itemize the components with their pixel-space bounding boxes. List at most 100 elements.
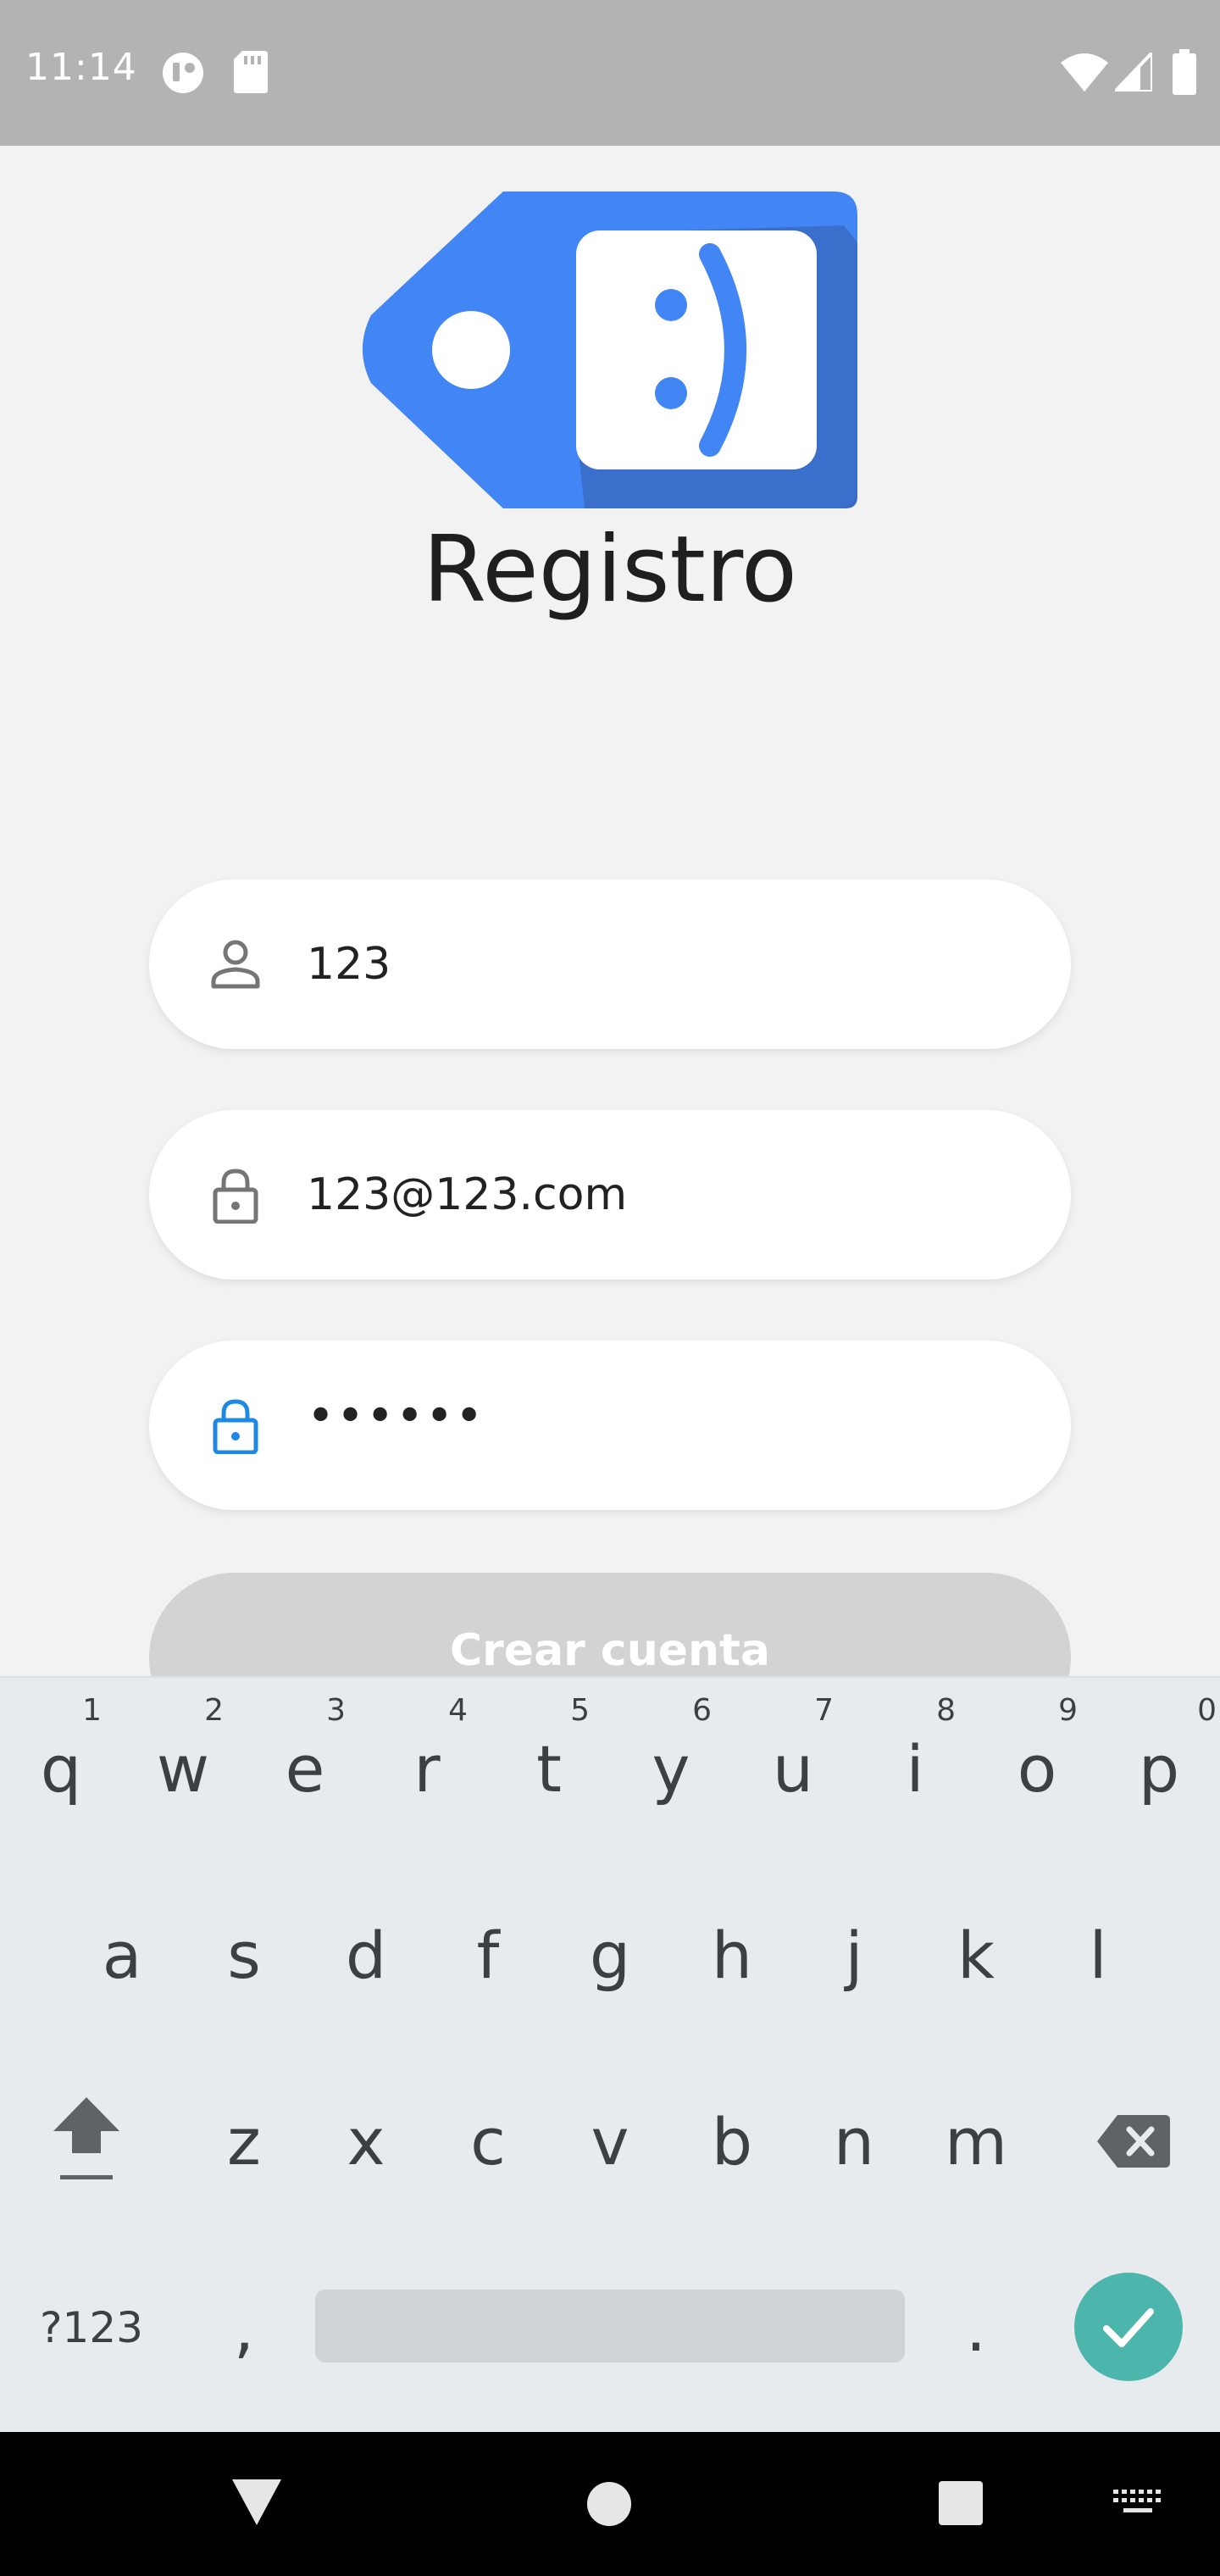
email-field[interactable]: 123@123.com [149,1110,1071,1280]
key-v[interactable]: v [549,2051,671,2232]
key-x[interactable]: x [305,2051,427,2232]
key-hint: 6 [692,1693,712,1728]
key-label: a [102,1917,142,1993]
password-field[interactable]: •••••• [149,1341,1071,1510]
key-label: g [589,1917,631,1993]
status-bar: 11:14 [0,0,1220,146]
shift-icon [53,2097,119,2179]
key-s[interactable]: s [183,1864,305,2046]
battery-icon [1173,49,1196,95]
keyboard-switch-icon[interactable] [1113,2490,1162,2520]
home-icon[interactable] [586,2481,632,2527]
key-label: h [711,1917,753,1993]
key-t[interactable]: 5t [488,1678,610,1859]
wifi-icon [1061,53,1108,92]
lock-icon [213,1399,258,1454]
key-label: o [1017,1730,1057,1807]
key-label: d [345,1917,387,1993]
key-e[interactable]: 3e [244,1678,366,1859]
page-title: Registro [423,517,797,623]
key-z[interactable]: z [183,2051,305,2232]
key-label: j [845,1917,863,1993]
key-l[interactable]: l [1037,1864,1159,2046]
key-a[interactable]: a [61,1864,183,2046]
key-label: c [470,2103,506,2179]
enter-check-icon [1103,2308,1154,2347]
key-label: r [413,1730,441,1807]
key-k[interactable]: k [915,1864,1037,2046]
enter-key[interactable] [1074,2273,1183,2381]
key-q[interactable]: 1q [0,1678,122,1859]
key-n[interactable]: n [793,2051,915,2232]
keyboard-row-2: a s d f g h j k l [0,1864,1220,2046]
recents-icon[interactable] [939,2481,983,2525]
symbols-key-label: ?123 [40,2303,143,2352]
navigation-bar [0,2432,1220,2576]
spacebar-key[interactable] [315,2290,905,2362]
key-r[interactable]: 4r [366,1678,488,1859]
key-hint: 3 [326,1693,346,1728]
key-label: k [957,1917,995,1993]
period-key[interactable]: . [915,2237,1037,2418]
key-label: i [906,1730,924,1807]
key-label: f [476,1917,500,1993]
backspace-key[interactable] [1073,2051,1195,2232]
key-label: l [1089,1917,1107,1993]
smiley-tag-logo [363,192,857,508]
key-label: y [652,1730,690,1807]
key-hint: 8 [936,1693,956,1728]
key-label: e [285,1730,325,1807]
period-key-label: . [965,2290,987,2366]
back-icon[interactable] [232,2479,281,2525]
symbols-key[interactable]: ?123 [30,2237,152,2418]
key-c[interactable]: c [427,2051,549,2232]
key-hint: 1 [82,1693,102,1728]
key-w[interactable]: 2w [122,1678,244,1859]
person-icon [211,940,260,989]
comma-key[interactable]: , [183,2237,305,2418]
key-label: x [347,2103,385,2179]
key-hint: 0 [1197,1693,1217,1728]
key-label: q [40,1730,82,1807]
key-u[interactable]: 7u [732,1678,854,1859]
key-label: t [536,1730,562,1807]
comma-key-label: , [233,2290,255,2366]
key-p[interactable]: 0p [1098,1678,1220,1859]
keyboard-row-3: z x c v b n m [0,2051,1220,2232]
key-label: n [833,2103,875,2179]
key-g[interactable]: g [549,1864,671,2046]
key-label: u [772,1730,814,1807]
key-label: b [711,2103,753,2179]
key-o[interactable]: 9o [976,1678,1098,1859]
key-j[interactable]: j [793,1864,915,2046]
key-m[interactable]: m [915,2051,1037,2232]
key-f[interactable]: f [427,1864,549,2046]
key-i[interactable]: 8i [854,1678,976,1859]
signal-icon [1115,53,1152,92]
key-label: s [227,1917,261,1993]
backspace-icon [1097,2115,1170,2168]
key-label: p [1138,1730,1180,1807]
key-h[interactable]: h [671,1864,793,2046]
shift-key[interactable] [25,2051,147,2232]
key-label: v [591,2103,629,2179]
email-value: 123@123.com [307,1169,628,1220]
data-saver-icon [163,53,203,93]
key-label: z [227,2103,261,2179]
key-d[interactable]: d [305,1864,427,2046]
key-hint: 5 [570,1693,590,1728]
key-hint: 9 [1058,1693,1078,1728]
key-b[interactable]: b [671,2051,793,2232]
keyboard-row-1: 1q 2w 3e 4r 5t 6y 7u 8i 9o 0p [0,1678,1220,1859]
key-hint: 2 [204,1693,224,1728]
status-time: 11:14 [25,46,137,89]
key-label: m [944,2103,1008,2179]
password-value: •••••• [307,1389,485,1444]
username-value: 123 [307,939,391,990]
key-label: w [156,1730,210,1807]
key-hint: 4 [448,1693,468,1728]
username-field[interactable]: 123 [149,880,1071,1049]
create-account-label: Crear cuenta [450,1625,770,1676]
key-y[interactable]: 6y [610,1678,732,1859]
key-hint: 7 [814,1693,834,1728]
